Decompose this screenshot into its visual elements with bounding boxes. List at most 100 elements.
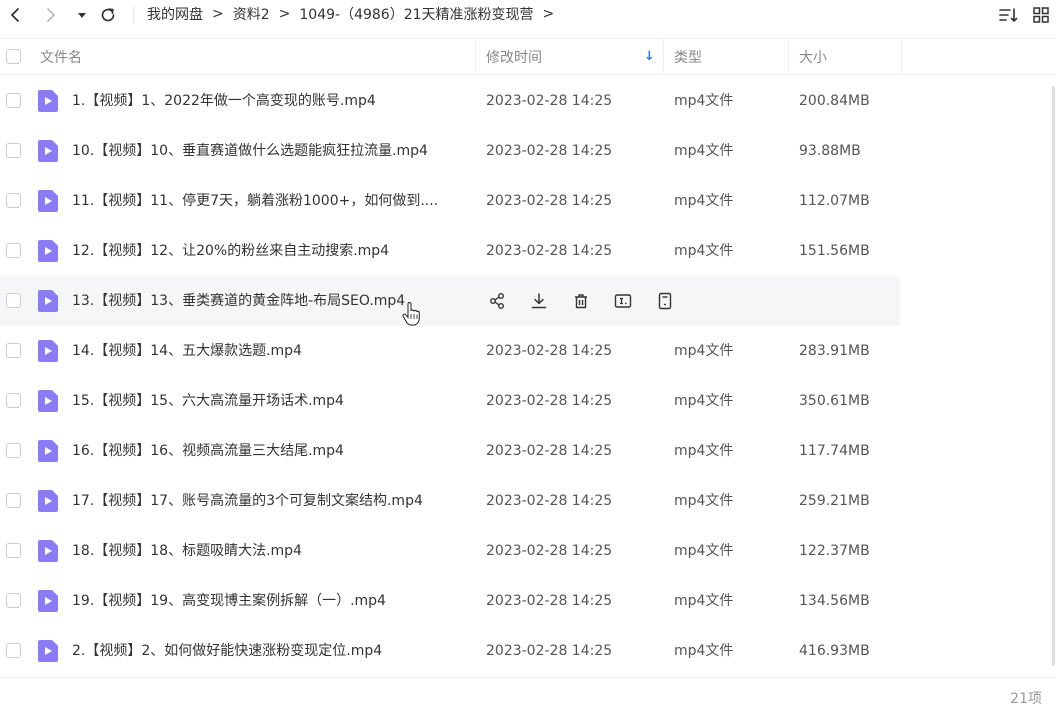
file-name[interactable]: 2.【视频】2、如何做好能快速涨粉变现定位.mp4 xyxy=(72,626,382,676)
file-type: mp4文件 xyxy=(674,93,734,109)
file-type: mp4文件 xyxy=(674,493,734,509)
forward-button[interactable] xyxy=(40,4,62,26)
column-header-type[interactable]: 类型 xyxy=(674,39,702,74)
sort-options-button[interactable] xyxy=(998,5,1018,25)
file-modified-date: 2023-02-28 14:25 xyxy=(486,143,613,159)
file-size: 117.74MB xyxy=(799,443,870,459)
column-header-name[interactable]: 文件名 xyxy=(40,39,82,74)
file-name[interactable]: 19.【视频】19、高变现博主案例拆解（一）.mp4 xyxy=(72,576,386,626)
breadcrumb-item-folder[interactable]: 资料2 xyxy=(233,4,270,24)
more-icon xyxy=(658,292,672,310)
row-checkbox[interactable] xyxy=(6,93,21,108)
table-row[interactable]: 17.【视频】17、账号高流量的3个可复制文案结构.mp4 2023-02-28… xyxy=(0,476,900,526)
row-checkbox[interactable] xyxy=(6,193,21,208)
file-type: mp4文件 xyxy=(674,143,734,159)
row-checkbox[interactable] xyxy=(6,493,21,508)
column-header-modified[interactable]: 修改时间 xyxy=(486,39,542,74)
video-file-icon xyxy=(38,640,58,662)
back-button[interactable] xyxy=(4,4,26,26)
file-list: 1.【视频】1、2022年做一个高变现的账号.mp4 2023-02-28 14… xyxy=(0,76,1056,676)
file-modified-date: 2023-02-28 14:25 xyxy=(486,443,613,459)
file-name[interactable]: 12.【视频】12、让20%的粉丝来自主动搜索.mp4 xyxy=(72,226,389,276)
breadcrumb-item-current[interactable]: 1049-（4986）21天精准涨粉变现营 xyxy=(299,4,533,24)
sort-list-icon xyxy=(999,8,1018,22)
file-name[interactable]: 18.【视频】18、标题吸睛大法.mp4 xyxy=(72,526,302,576)
history-dropdown-button[interactable] xyxy=(71,4,93,26)
file-modified-date: 2023-02-28 14:25 xyxy=(486,243,613,259)
file-name[interactable]: 15.【视频】15、六大高流量开场话术.mp4 xyxy=(72,376,344,426)
row-checkbox[interactable] xyxy=(6,443,21,458)
file-name[interactable]: 17.【视频】17、账号高流量的3个可复制文案结构.mp4 xyxy=(72,476,423,526)
row-checkbox[interactable] xyxy=(6,143,21,158)
file-size: 112.07MB xyxy=(799,193,870,209)
grid-view-button[interactable] xyxy=(1031,5,1051,25)
file-name[interactable]: 11.【视频】11、停更7天，躺着涨粉1000+，如何做到.... xyxy=(72,176,438,226)
table-row[interactable]: 19.【视频】19、高变现博主案例拆解（一）.mp4 2023-02-28 14… xyxy=(0,576,900,626)
video-file-icon xyxy=(38,190,58,212)
file-modified-date: 2023-02-28 14:25 xyxy=(486,493,613,509)
download-button[interactable] xyxy=(528,290,550,312)
breadcrumb-separator: > xyxy=(542,6,555,22)
select-all-checkbox[interactable] xyxy=(6,49,21,64)
row-checkbox[interactable] xyxy=(6,643,21,658)
footer-divider xyxy=(0,677,1056,678)
table-row[interactable]: 14.【视频】14、五大爆款选题.mp4 2023-02-28 14:25 mp… xyxy=(0,326,900,376)
video-file-icon xyxy=(38,590,58,612)
sort-desc-icon[interactable]: ↓ xyxy=(644,39,655,74)
row-checkbox[interactable] xyxy=(6,343,21,358)
refresh-icon xyxy=(101,8,115,22)
video-file-icon xyxy=(38,540,58,562)
column-divider[interactable] xyxy=(788,39,789,74)
table-row[interactable]: 15.【视频】15、六大高流量开场话术.mp4 2023-02-28 14:25… xyxy=(0,376,900,426)
file-name[interactable]: 13.【视频】13、垂类赛道的黄金阵地-布局SEO.mp4 xyxy=(72,276,405,326)
vertical-scrollbar[interactable] xyxy=(1052,86,1055,666)
row-checkbox[interactable] xyxy=(6,243,21,258)
breadcrumb-item-my-drive[interactable]: 我的网盘 xyxy=(147,4,203,24)
row-checkbox[interactable] xyxy=(6,593,21,608)
file-size: 200.84MB xyxy=(799,93,870,109)
table-row[interactable]: 16.【视频】16、视频高流量三大结尾.mp4 2023-02-28 14:25… xyxy=(0,426,900,476)
select-all-cell xyxy=(6,39,21,74)
table-row[interactable]: 1.【视频】1、2022年做一个高变现的账号.mp4 2023-02-28 14… xyxy=(0,76,900,126)
file-type: mp4文件 xyxy=(674,243,734,259)
breadcrumb-separator: > xyxy=(278,6,291,22)
column-divider[interactable] xyxy=(901,39,902,74)
rename-icon xyxy=(614,294,632,308)
file-type: mp4文件 xyxy=(674,543,734,559)
delete-button[interactable] xyxy=(570,290,592,312)
more-button[interactable] xyxy=(654,290,676,312)
column-header-size[interactable]: 大小 xyxy=(799,39,827,74)
table-row[interactable]: 18.【视频】18、标题吸睛大法.mp4 2023-02-28 14:25 mp… xyxy=(0,526,900,576)
video-file-icon xyxy=(38,440,58,462)
file-name[interactable]: 10.【视频】10、垂直赛道做什么选题能疯狂拉流量.mp4 xyxy=(72,126,428,176)
share-button[interactable] xyxy=(486,290,508,312)
video-file-icon xyxy=(38,290,58,312)
file-type: mp4文件 xyxy=(674,593,734,609)
file-type: mp4文件 xyxy=(674,643,734,659)
file-modified-date: 2023-02-28 14:25 xyxy=(486,593,613,609)
file-modified-date: 2023-02-28 14:25 xyxy=(486,93,613,109)
rename-button[interactable] xyxy=(612,290,634,312)
chevron-left-icon xyxy=(11,8,19,22)
file-modified-date: 2023-02-28 14:25 xyxy=(486,543,613,559)
row-checkbox[interactable] xyxy=(6,543,21,558)
column-divider[interactable] xyxy=(663,39,664,74)
table-row[interactable]: 10.【视频】10、垂直赛道做什么选题能疯狂拉流量.mp4 2023-02-28… xyxy=(0,126,900,176)
table-row-hovered[interactable]: 13.【视频】13、垂类赛道的黄金阵地-布局SEO.mp4 xyxy=(0,276,900,326)
row-checkbox[interactable] xyxy=(6,393,21,408)
file-name[interactable]: 14.【视频】14、五大爆款选题.mp4 xyxy=(72,326,302,376)
nav-divider xyxy=(133,6,134,24)
grid-view-icon xyxy=(1033,7,1049,23)
refresh-button[interactable] xyxy=(97,4,119,26)
table-row[interactable]: 12.【视频】12、让20%的粉丝来自主动搜索.mp4 2023-02-28 1… xyxy=(0,226,900,276)
table-row[interactable]: 2.【视频】2、如何做好能快速涨粉变现定位.mp4 2023-02-28 14:… xyxy=(0,626,900,676)
video-file-icon xyxy=(38,340,58,362)
row-checkbox[interactable] xyxy=(6,293,21,308)
file-name[interactable]: 1.【视频】1、2022年做一个高变现的账号.mp4 xyxy=(72,76,376,126)
column-divider[interactable] xyxy=(475,39,476,74)
file-size: 134.56MB xyxy=(799,593,870,609)
file-type: mp4文件 xyxy=(674,193,734,209)
file-name[interactable]: 16.【视频】16、视频高流量三大结尾.mp4 xyxy=(72,426,344,476)
file-modified-date: 2023-02-28 14:25 xyxy=(486,393,613,409)
table-row[interactable]: 11.【视频】11、停更7天，躺着涨粉1000+，如何做到.... 2023-0… xyxy=(0,176,900,226)
